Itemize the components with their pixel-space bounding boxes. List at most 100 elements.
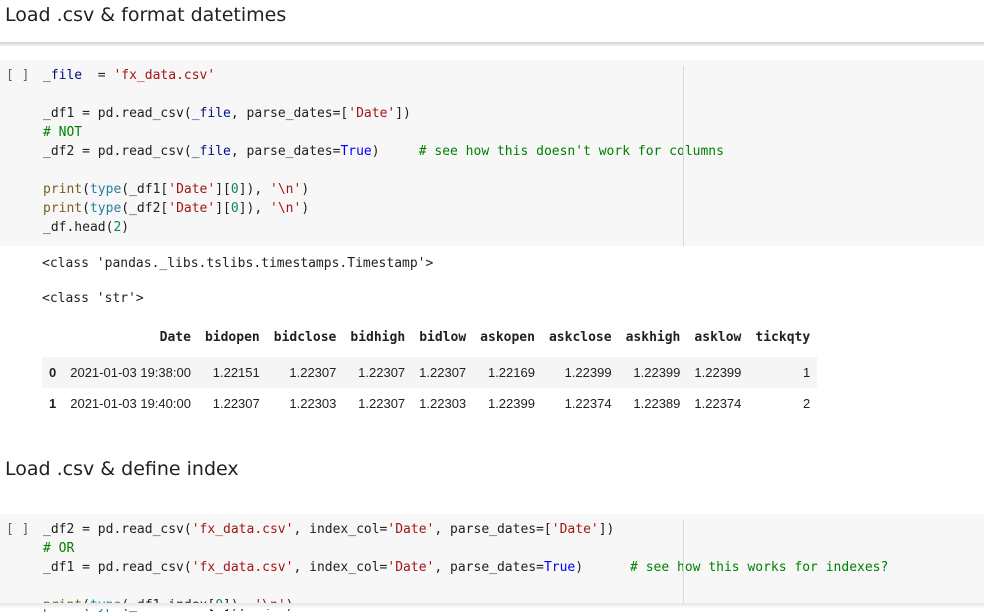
code-line: _df.head(2) bbox=[43, 218, 724, 237]
code-token: # OR bbox=[43, 541, 75, 556]
column-header: tickqty bbox=[755, 330, 811, 345]
code-line: _file = 'fx_data.csv' bbox=[43, 66, 724, 85]
table-cell: 1.22374 bbox=[694, 396, 742, 411]
code-token: '\n' bbox=[270, 201, 302, 216]
code-token: 'Date' bbox=[348, 106, 396, 121]
code-token: ]) bbox=[395, 106, 411, 121]
table-cell: 1.22307 bbox=[358, 396, 406, 411]
code-token: _file bbox=[191, 144, 231, 159]
code-editor-1[interactable]: _file = 'fx_data.csv' _df1 = pd.read_csv(… bbox=[43, 66, 724, 237]
table-cell: 2021-01-03 19:38:00 bbox=[70, 365, 191, 380]
code-token: ]), bbox=[238, 201, 271, 216]
code-token: 0 bbox=[230, 201, 239, 216]
column-header: askopen bbox=[480, 330, 535, 345]
column-header: bidhigh bbox=[350, 330, 406, 345]
code-cell-2[interactable]: [ ] _df2 = pd.read_csv('fx_data.csv', in… bbox=[0, 514, 984, 613]
code-token: # see how this doesn't work for columns bbox=[418, 144, 724, 159]
column-header: asklow bbox=[694, 330, 742, 345]
code-token: 0 bbox=[230, 182, 239, 197]
code-token: (_df2[ bbox=[121, 201, 169, 216]
output-line-str: <class 'str'> bbox=[42, 291, 144, 306]
code-token: ) bbox=[371, 144, 419, 159]
code-token: print bbox=[43, 182, 83, 197]
code-token: _df1 = pd.read_csv( bbox=[43, 560, 192, 575]
table-cell: 1.22151 bbox=[212, 365, 260, 380]
table-cell: 2021-01-03 19:40:00 bbox=[70, 396, 191, 411]
code-token: ][ bbox=[215, 201, 231, 216]
code-token: , parse_dates=[ bbox=[230, 106, 349, 121]
code-token: type bbox=[89, 201, 122, 216]
code-token: _df1 = pd.read_csv( bbox=[43, 106, 192, 121]
code-token: , parse_dates= bbox=[434, 560, 544, 575]
column-header: Date bbox=[159, 330, 191, 345]
code-token: ( bbox=[82, 182, 90, 197]
run-cell-button[interactable]: [ ] bbox=[6, 522, 29, 537]
table-cell: 1.22374 bbox=[564, 396, 612, 411]
table-cell: 1.22389 bbox=[633, 396, 681, 411]
code-cell-1[interactable]: [ ] _file = 'fx_data.csv' _df1 = pd.read_… bbox=[0, 60, 984, 246]
code-token: ) bbox=[121, 220, 130, 235]
code-token: ( bbox=[82, 201, 90, 216]
table-cell: 1.22399 bbox=[564, 365, 612, 380]
section-heading-define-index: Load .csv & define index bbox=[5, 458, 239, 480]
code-token: ]) bbox=[598, 522, 615, 537]
code-token: , parse_dates=[ bbox=[434, 522, 552, 537]
code-token: 'fx_data.csv' bbox=[191, 560, 294, 575]
code-token: _df2 = pd.read_csv( bbox=[43, 522, 192, 537]
code-token: (_df1[ bbox=[121, 182, 169, 197]
code-token: 'Date' bbox=[168, 201, 216, 216]
table-cell: 2 bbox=[802, 396, 811, 411]
code-line: _df1 = pd.read_csv('fx_data.csv', index_… bbox=[43, 558, 888, 577]
table-row: 0 2021-01-03 19:38:00 1.22151 1.22307 1.2230… bbox=[42, 357, 818, 388]
code-token: 'Date' bbox=[168, 182, 216, 197]
code-token: '\n' bbox=[270, 182, 302, 197]
section-divider bbox=[0, 42, 984, 46]
table-cell: 1.22169 bbox=[487, 365, 535, 380]
code-token: _df.head( bbox=[43, 220, 114, 235]
code-token: , index_col= bbox=[293, 522, 388, 537]
code-token: , parse_dates= bbox=[230, 144, 341, 159]
code-token: print bbox=[43, 201, 83, 216]
code-token: # NOT bbox=[43, 125, 83, 140]
dataframe-table: Date bidopen bidclose bidhigh bidlow askopen a… bbox=[42, 326, 818, 419]
column-header: bidlow bbox=[419, 330, 467, 345]
table-cell: 1.22399 bbox=[487, 396, 535, 411]
code-token: ]), bbox=[238, 182, 271, 197]
code-line: _df2 = pd.read_csv('fx_data.csv', index_… bbox=[43, 520, 888, 539]
table-cell: 1.22307 bbox=[358, 365, 406, 380]
editor-ruler bbox=[683, 66, 684, 246]
code-token: , index_col= bbox=[293, 560, 388, 575]
table-cell: 1.22399 bbox=[694, 365, 742, 380]
code-token: _file bbox=[43, 68, 83, 83]
column-header: bidclose bbox=[273, 330, 337, 345]
bottom-divider bbox=[0, 603, 984, 609]
table-cell: 1.22307 bbox=[212, 396, 260, 411]
table-cell: 1.22303 bbox=[419, 396, 467, 411]
code-editor-2[interactable]: _df2 = pd.read_csv('fx_data.csv', index_… bbox=[43, 520, 888, 615]
table-row: 1 2021-01-03 19:40:00 1.22307 1.22303 1.2230… bbox=[42, 388, 817, 419]
table-header-row: Date bidopen bidclose bidhigh bidlow askopen a… bbox=[42, 326, 817, 357]
code-token: ][ bbox=[215, 182, 231, 197]
table-cell: 1.22307 bbox=[419, 365, 467, 380]
code-token: 'fx_data.csv' bbox=[191, 522, 294, 537]
code-token: True bbox=[340, 144, 372, 159]
code-line: print(type(_df2['Date'][0]), '\n') bbox=[43, 199, 724, 218]
code-token: = bbox=[82, 68, 114, 83]
code-token: _file bbox=[191, 106, 231, 121]
code-line: print(type(_df1['Date'][0]), '\n') bbox=[43, 180, 724, 199]
code-token: True bbox=[543, 560, 576, 575]
code-token: 'Date' bbox=[387, 560, 435, 575]
code-line: # NOT bbox=[43, 123, 724, 142]
run-cell-button[interactable]: [ ] bbox=[6, 68, 29, 83]
column-header: bidopen bbox=[204, 330, 260, 345]
row-index: 1 bbox=[49, 396, 57, 411]
code-line: _df1 = pd.read_csv(_file, parse_dates=['… bbox=[43, 104, 724, 123]
code-token: 'Date' bbox=[551, 522, 599, 537]
table-cell: 1.22399 bbox=[633, 365, 681, 380]
section-heading-format-datetimes: Load .csv & format datetimes bbox=[5, 4, 287, 26]
code-line: # OR bbox=[43, 539, 888, 558]
code-token: ) bbox=[575, 560, 631, 575]
